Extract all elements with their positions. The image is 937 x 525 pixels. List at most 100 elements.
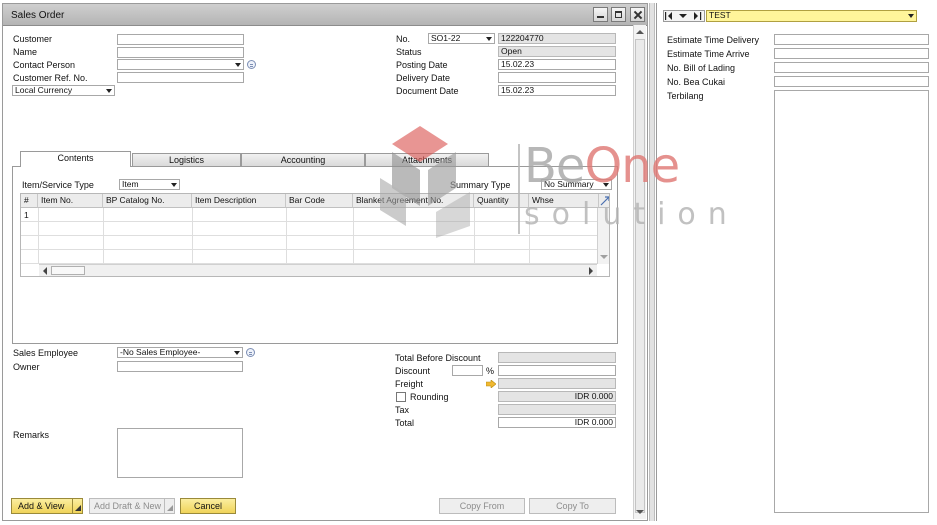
freight-field (498, 378, 616, 389)
summary-type-dropdown[interactable]: No Summary (541, 179, 612, 190)
udf-field-estimate-time-arrive[interactable] (774, 48, 929, 59)
form-vertical-scrollbar[interactable] (633, 25, 646, 519)
add-view-button[interactable]: Add & View (11, 498, 83, 514)
udf-field-estimate-time-delivery[interactable] (774, 34, 929, 45)
scroll-thumb[interactable] (51, 266, 85, 275)
column-header-blanket-agreement-no[interactable]: Blanket Agreement No. (353, 194, 474, 208)
summary-type-value: No Summary (544, 179, 594, 189)
add-draft-new-menu-arrow[interactable] (164, 499, 174, 513)
discount-amount-field[interactable] (498, 365, 616, 376)
chevron-down-icon (603, 183, 609, 187)
chevron-down-icon (908, 14, 914, 18)
series-dropdown[interactable]: SO1-22 (428, 33, 495, 44)
grid-vertical-scrollbar[interactable] (597, 208, 609, 264)
udf-field-terbilang[interactable] (774, 90, 929, 513)
customer-field[interactable] (117, 34, 244, 45)
table-row[interactable] (21, 250, 599, 264)
udf-menu-icon[interactable] (677, 10, 689, 22)
posting-date-field[interactable]: 15.02.23 (498, 59, 616, 70)
tax-label: Tax (395, 405, 410, 415)
owner-label: Owner (13, 362, 40, 372)
copy-from-button[interactable]: Copy From (439, 498, 525, 514)
close-button[interactable] (630, 7, 645, 22)
column-header-bp-catalog-no[interactable]: BP Catalog No. (103, 194, 192, 208)
maximize-button[interactable] (611, 7, 626, 22)
status-label: Status (396, 47, 422, 57)
freight-label: Freight (395, 379, 424, 389)
freight-arrow-icon[interactable] (486, 380, 496, 388)
tab-contents[interactable]: Contents (20, 151, 131, 167)
udf-label-bea-cukai: No. Bea Cukai (667, 77, 726, 87)
remarks-textarea[interactable] (117, 428, 243, 478)
currency-dropdown[interactable]: Local Currency (12, 85, 115, 96)
scroll-right-icon (589, 267, 593, 275)
scroll-up-icon (636, 30, 644, 34)
doc-no-field: 122204770 (498, 33, 616, 44)
add-view-label: Add & View (18, 501, 65, 511)
udf-field-bill-of-lading[interactable] (774, 62, 929, 73)
column-header-whse[interactable]: Whse (529, 194, 599, 208)
udf-label-terbilang: Terbilang (667, 91, 704, 101)
currency-value: Local Currency (15, 85, 73, 95)
rounding-label: Rounding (410, 392, 449, 402)
row-number: 1 (24, 210, 29, 220)
cancel-button[interactable]: Cancel (180, 498, 236, 514)
first-record-icon[interactable] (663, 10, 675, 22)
tax-field (498, 404, 616, 415)
link-arrow-icon[interactable] (246, 348, 255, 357)
contact-person-dropdown[interactable] (117, 59, 244, 70)
tab-accounting[interactable]: Accounting (241, 153, 365, 167)
udf-label-bill-of-lading: No. Bill of Lading (667, 63, 736, 73)
add-draft-new-button[interactable]: Add Draft & New (89, 498, 175, 514)
udf-label-estimate-time-delivery: Estimate Time Delivery (667, 35, 760, 45)
scroll-thumb[interactable] (635, 39, 645, 513)
total-before-discount-label: Total Before Discount (395, 353, 481, 363)
title-bar[interactable]: Sales Order (3, 4, 647, 26)
add-view-menu-arrow[interactable] (72, 499, 82, 513)
customer-ref-field[interactable] (117, 72, 244, 83)
table-row[interactable] (21, 236, 599, 250)
item-service-type-value: Item (122, 179, 139, 189)
corner-arrow-icon (75, 505, 81, 511)
udf-field-bea-cukai[interactable] (774, 76, 929, 87)
rounding-checkbox[interactable] (396, 392, 406, 402)
doc-no-label: No. (396, 34, 411, 44)
column-header-quantity[interactable]: Quantity (474, 194, 529, 208)
chevron-down-icon (234, 351, 240, 355)
remarks-label: Remarks (13, 430, 50, 440)
udf-set-dropdown[interactable]: TEST (706, 10, 917, 22)
name-field[interactable] (117, 47, 244, 58)
table-row[interactable]: 1 (21, 208, 599, 222)
series-value: SO1-22 (431, 33, 461, 43)
document-date-field[interactable]: 15.02.23 (498, 85, 616, 96)
table-row[interactable] (21, 222, 599, 236)
column-header-item-description[interactable]: Item Description (192, 194, 286, 208)
column-settings-icon[interactable] (599, 194, 609, 208)
grid-line (286, 208, 287, 264)
column-header-item-no[interactable]: Item No. (38, 194, 103, 208)
sales-employee-label: Sales Employee (13, 348, 79, 358)
contents-grid[interactable]: # Item No. BP Catalog No. Item Descripti… (20, 193, 610, 277)
link-arrow-icon[interactable] (247, 60, 256, 69)
contact-person-label: Contact Person (13, 60, 76, 70)
chevron-down-icon (171, 183, 177, 187)
grid-line (474, 208, 475, 264)
item-service-type-dropdown[interactable]: Item (119, 179, 180, 190)
grid-horizontal-scrollbar[interactable] (39, 264, 597, 276)
scroll-left-icon (43, 267, 47, 275)
sales-employee-dropdown[interactable]: -No Sales Employee- (117, 347, 243, 358)
name-label: Name (13, 47, 38, 57)
last-record-icon[interactable] (691, 10, 703, 22)
copy-to-button[interactable]: Copy To (529, 498, 616, 514)
tab-attachments[interactable]: Attachments (365, 153, 489, 167)
minimize-button[interactable] (593, 7, 608, 22)
total-label: Total (395, 418, 415, 428)
owner-field[interactable] (117, 361, 243, 372)
document-date-label: Document Date (396, 86, 459, 96)
column-header-row-number[interactable]: # (21, 194, 38, 208)
tab-logistics[interactable]: Logistics (132, 153, 241, 167)
column-header-bar-code[interactable]: Bar Code (286, 194, 353, 208)
panel-splitter[interactable] (649, 3, 655, 521)
delivery-date-field[interactable] (498, 72, 616, 83)
discount-percent-field[interactable] (452, 365, 483, 376)
